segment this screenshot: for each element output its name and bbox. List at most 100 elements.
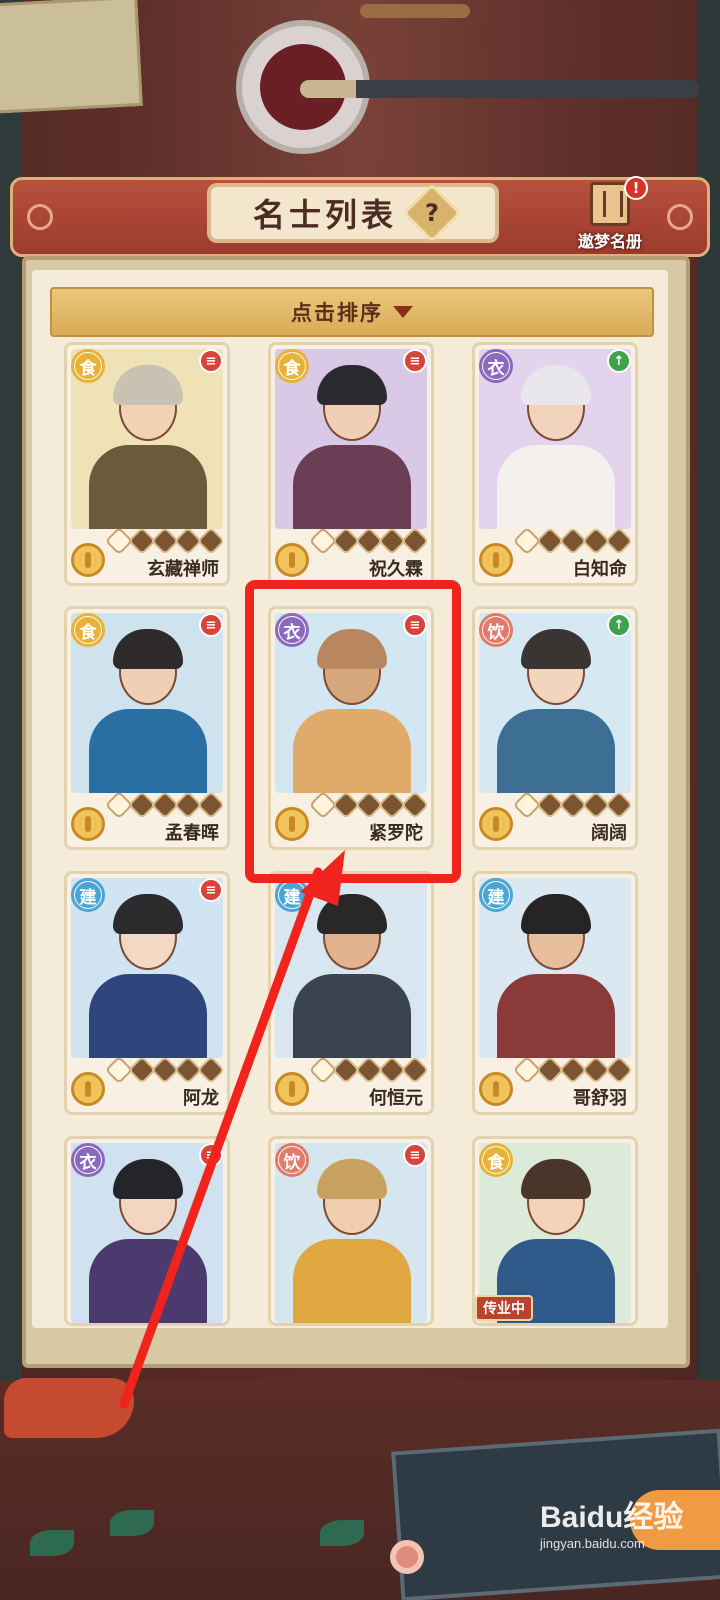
coin-icon [479,807,513,841]
category-badge: 建 [71,878,105,912]
character-card[interactable]: 食 ≡ 祝久霖 [268,342,434,586]
portrait-body [497,974,615,1058]
portrait-body [497,445,615,529]
character-name: 阔阔 [591,823,627,844]
coin-icon [71,543,105,577]
brush-decoration [300,80,700,98]
category-badge: 衣 [71,1143,105,1177]
triangle-down-icon [393,306,413,318]
character-card[interactable]: 建 ≡ 阿龙 [64,871,230,1115]
scroll-icon: ≡ [403,349,427,373]
portrait-hair [113,894,183,934]
swirl-icon [667,204,693,230]
tassel-decoration [4,1378,134,1438]
character-card[interactable]: 衣 ≡ [64,1136,230,1326]
category-badge: 食 [71,613,105,647]
category-label: 饮 [279,1147,305,1173]
character-card[interactable]: 食 ≡ 玄藏禅师 [64,342,230,586]
character-card[interactable]: 建何恒元 [268,871,434,1115]
star-rating [104,1055,226,1085]
brush-decoration-top [360,4,470,18]
upgrade-arrow-icon: ↑ [607,349,631,373]
upgrade-arrow-icon: ↑ [607,613,631,637]
category-label: 食 [279,353,305,379]
question-icon: ? [425,198,439,227]
coin-icon [275,1072,309,1106]
category-label: 衣 [483,353,509,379]
star-slot-icon [196,526,226,556]
star-rating [512,790,634,820]
category-label: 食 [483,1147,509,1173]
category-label: 食 [75,353,101,379]
watermark: Baidu经验 jingyan.baidu.com [540,1492,718,1556]
portrait-hair [521,629,591,669]
star-slot-icon [400,526,430,556]
category-label: 食 [75,617,101,643]
star-slot-icon [604,1055,634,1085]
character-name: 祝久霖 [369,559,423,580]
leaf-decoration [30,1530,74,1556]
character-name: 何恒元 [369,1088,423,1109]
category-label: 衣 [75,1147,101,1173]
category-badge: 建 [479,878,513,912]
category-badge: 建 [275,878,309,912]
baidu-logo: Baidu经验 [540,1501,684,1534]
portrait-body [89,709,207,793]
star-rating [104,526,226,556]
portrait-hair [521,365,591,405]
highlight-box [245,580,461,883]
portrait-hair [317,1159,387,1199]
coin-icon [71,807,105,841]
category-badge: 食 [479,1143,513,1177]
star-slot-icon [400,1055,430,1085]
coin-icon [479,1072,513,1106]
character-name: 孟春晖 [165,823,219,844]
character-name: 哥舒羽 [573,1088,627,1109]
character-card[interactable]: 建哥舒羽 [472,871,638,1115]
flower-decoration [390,1540,424,1574]
star-rating [308,526,430,556]
category-label: 建 [75,882,101,908]
sort-button[interactable]: 点击排序 [50,287,654,337]
scroll-icon: ≡ [199,613,223,637]
portrait-hair [521,1159,591,1199]
coin-icon [275,543,309,577]
category-badge: 食 [71,349,105,383]
star-slot-icon [604,790,634,820]
star-rating [308,1055,430,1085]
star-rating [512,1055,634,1085]
star-rating [512,526,634,556]
portrait-body [89,1239,207,1323]
star-slot-icon [604,526,634,556]
watermark-url: jingyan.baidu.com [540,1536,645,1551]
scroll-icon: ≡ [199,349,223,373]
portrait-body [293,445,411,529]
character-card[interactable]: 衣 ↑ 白知命 [472,342,638,586]
character-name: 玄藏禅师 [147,559,219,580]
portrait-hair [317,365,387,405]
scroll-icon: ≡ [403,1143,427,1167]
help-button[interactable]: ? [402,183,462,243]
category-badge: 饮 [479,613,513,647]
star-slot-icon [196,790,226,820]
portrait-hair [113,1159,183,1199]
roster-book-button[interactable]: ! 遨梦名册 [568,176,652,254]
leaf-decoration [110,1510,154,1536]
portrait-body [293,1239,411,1323]
category-badge: 饮 [275,1143,309,1177]
portrait-hair [521,894,591,934]
category-label: 建 [279,882,305,908]
scroll-icon: ≡ [199,878,223,902]
character-card[interactable]: 食 ≡ 孟春晖 [64,606,230,850]
star-slot-icon [196,1055,226,1085]
alert-badge: ! [624,176,648,200]
page-title: 名士列表 [252,196,397,234]
title-plaque: 名士列表 ? [207,183,499,243]
character-card[interactable]: 饮 ↑ 阔阔 [472,606,638,850]
character-name: 白知命 [573,559,627,580]
portrait-hair [317,894,387,934]
sort-label: 点击排序 [291,301,383,325]
character-name: 阿龙 [183,1088,219,1109]
character-card[interactable]: 饮 ≡ [268,1136,434,1326]
character-card[interactable]: 食传业中 [472,1136,638,1326]
